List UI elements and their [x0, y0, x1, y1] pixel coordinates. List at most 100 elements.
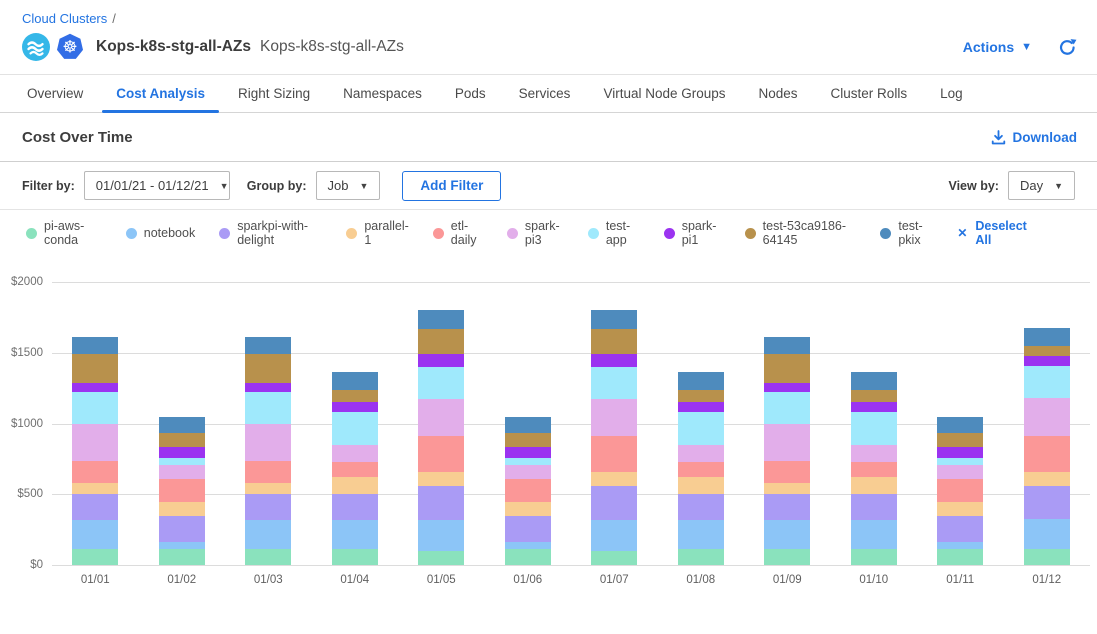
tab-cluster-rolls[interactable]: Cluster Rolls — [817, 75, 922, 112]
breadcrumb-link-cloud-clusters[interactable]: Cloud Clusters — [22, 11, 107, 26]
bar-segment-test-app[interactable] — [764, 392, 810, 424]
bar-segment-parallel-1[interactable] — [591, 472, 637, 485]
bar-segment-parallel-1[interactable] — [418, 472, 464, 485]
bar-segment-test-53ca9186-64145[interactable] — [245, 354, 291, 382]
bar-segment-sparkpi-with-delight[interactable] — [245, 494, 291, 520]
bar-segment-test-app[interactable] — [72, 392, 118, 424]
bar-segment-etl-daily[interactable] — [591, 436, 637, 473]
bar-segment-test-app[interactable] — [678, 412, 724, 445]
legend-item-spark-pi1[interactable]: spark-pi1 — [664, 219, 721, 247]
bar-segment-notebook[interactable] — [418, 520, 464, 550]
actions-dropdown-button[interactable]: Actions ▼ — [963, 39, 1032, 55]
bar-segment-pi-aws-conda[interactable] — [851, 549, 897, 565]
bar-segment-notebook[interactable] — [851, 520, 897, 548]
bar-segment-sparkpi-with-delight[interactable] — [72, 494, 118, 520]
bar-segment-etl-daily[interactable] — [678, 462, 724, 478]
bar-segment-spark-pi1[interactable] — [937, 447, 983, 458]
tab-overview[interactable]: Overview — [13, 75, 97, 112]
tab-services[interactable]: Services — [505, 75, 585, 112]
bar-segment-etl-daily[interactable] — [851, 462, 897, 478]
chart-bar-01/12[interactable] — [1024, 328, 1070, 565]
refresh-button[interactable] — [1058, 38, 1077, 57]
bar-segment-notebook[interactable] — [245, 520, 291, 548]
deselect-all-button[interactable]: ✕ Deselect All — [957, 219, 1035, 247]
bar-segment-spark-pi3[interactable] — [937, 465, 983, 479]
bar-segment-etl-daily[interactable] — [332, 462, 378, 478]
bar-segment-test-53ca9186-64145[interactable] — [72, 354, 118, 382]
tab-pods[interactable]: Pods — [441, 75, 500, 112]
chart-bar-01/01[interactable] — [72, 337, 118, 565]
bar-segment-test-53ca9186-64145[interactable] — [591, 329, 637, 354]
bar-segment-test-app[interactable] — [591, 367, 637, 399]
chart-bar-01/03[interactable] — [245, 337, 291, 565]
tab-nodes[interactable]: Nodes — [745, 75, 812, 112]
group-by-select[interactable]: Job ▼ — [316, 171, 381, 200]
bar-segment-sparkpi-with-delight[interactable] — [159, 516, 205, 542]
bar-segment-spark-pi1[interactable] — [245, 383, 291, 392]
bar-segment-test-pkix[interactable] — [245, 337, 291, 354]
bar-segment-parallel-1[interactable] — [851, 477, 897, 493]
view-by-select[interactable]: Day ▼ — [1008, 171, 1075, 200]
bar-segment-test-app[interactable] — [851, 412, 897, 445]
bar-segment-pi-aws-conda[interactable] — [678, 549, 724, 565]
bar-segment-etl-daily[interactable] — [418, 436, 464, 473]
chart-bar-01/10[interactable] — [851, 372, 897, 565]
bar-segment-spark-pi1[interactable] — [505, 447, 551, 458]
bar-segment-test-app[interactable] — [245, 392, 291, 424]
bar-segment-pi-aws-conda[interactable] — [332, 549, 378, 565]
bar-segment-spark-pi3[interactable] — [245, 424, 291, 461]
chart-bar-01/07[interactable] — [591, 310, 637, 565]
bar-segment-spark-pi1[interactable] — [851, 402, 897, 412]
bar-segment-spark-pi3[interactable] — [1024, 398, 1070, 436]
bar-segment-spark-pi1[interactable] — [678, 402, 724, 412]
legend-item-test-app[interactable]: test-app — [588, 219, 640, 247]
legend-item-pi-aws-conda[interactable]: pi-aws-conda — [26, 219, 102, 247]
bar-segment-test-app[interactable] — [332, 412, 378, 445]
bar-segment-test-app[interactable] — [418, 367, 464, 399]
chart-bar-01/11[interactable] — [937, 416, 983, 565]
bar-segment-spark-pi3[interactable] — [591, 399, 637, 436]
bar-segment-pi-aws-conda[interactable] — [1024, 549, 1070, 565]
bar-segment-sparkpi-with-delight[interactable] — [591, 486, 637, 521]
bar-segment-sparkpi-with-delight[interactable] — [937, 516, 983, 542]
bar-segment-test-pkix[interactable] — [505, 417, 551, 434]
bar-segment-sparkpi-with-delight[interactable] — [418, 486, 464, 521]
chart-bar-01/02[interactable] — [159, 416, 205, 565]
add-filter-button[interactable]: Add Filter — [402, 171, 501, 201]
legend-item-notebook[interactable]: notebook — [126, 226, 195, 240]
bar-segment-test-pkix[interactable] — [332, 372, 378, 390]
bar-segment-test-53ca9186-64145[interactable] — [764, 354, 810, 382]
bar-segment-test-pkix[interactable] — [418, 310, 464, 328]
bar-segment-spark-pi1[interactable] — [72, 383, 118, 392]
bar-segment-parallel-1[interactable] — [245, 483, 291, 494]
download-button[interactable]: Download — [991, 130, 1078, 145]
bar-segment-spark-pi3[interactable] — [678, 445, 724, 461]
bar-segment-sparkpi-with-delight[interactable] — [332, 494, 378, 521]
bar-segment-spark-pi3[interactable] — [851, 445, 897, 461]
bar-segment-test-53ca9186-64145[interactable] — [332, 390, 378, 402]
bar-segment-notebook[interactable] — [678, 520, 724, 548]
bar-segment-test-pkix[interactable] — [72, 337, 118, 354]
bar-segment-test-app[interactable] — [1024, 366, 1070, 399]
chart-bar-01/09[interactable] — [764, 337, 810, 565]
chart-bar-01/06[interactable] — [505, 416, 551, 565]
bar-segment-sparkpi-with-delight[interactable] — [1024, 486, 1070, 519]
bar-segment-parallel-1[interactable] — [764, 483, 810, 494]
tab-right-sizing[interactable]: Right Sizing — [224, 75, 324, 112]
bar-segment-pi-aws-conda[interactable] — [505, 549, 551, 565]
bar-segment-parallel-1[interactable] — [678, 477, 724, 493]
bar-segment-notebook[interactable] — [764, 520, 810, 548]
tab-virtual-node-groups[interactable]: Virtual Node Groups — [589, 75, 739, 112]
bar-segment-spark-pi1[interactable] — [764, 383, 810, 392]
bar-segment-spark-pi3[interactable] — [72, 424, 118, 461]
bar-segment-pi-aws-conda[interactable] — [591, 551, 637, 565]
date-range-select[interactable]: 01/01/21 - 01/12/21 ▼ — [84, 171, 230, 200]
bar-segment-notebook[interactable] — [1024, 519, 1070, 549]
bar-segment-pi-aws-conda[interactable] — [72, 549, 118, 565]
bar-segment-spark-pi3[interactable] — [764, 424, 810, 461]
bar-segment-etl-daily[interactable] — [764, 461, 810, 483]
bar-segment-notebook[interactable] — [72, 520, 118, 548]
bar-segment-spark-pi1[interactable] — [591, 354, 637, 367]
bar-segment-notebook[interactable] — [332, 520, 378, 548]
bar-segment-test-pkix[interactable] — [591, 310, 637, 328]
